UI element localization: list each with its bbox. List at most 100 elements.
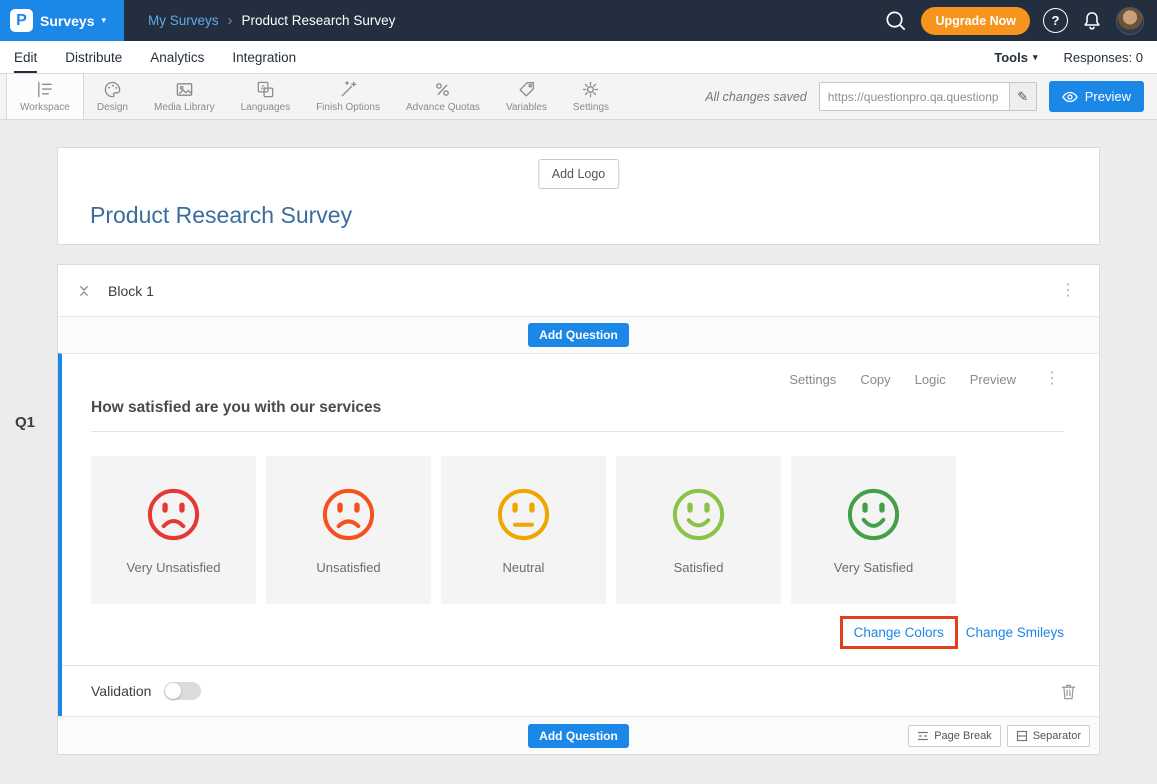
breadcrumb-my-surveys[interactable]: My Surveys — [148, 13, 219, 28]
breadcrumb-current-survey: Product Research Survey — [242, 13, 396, 28]
add-logo-button[interactable]: Add Logo — [538, 159, 620, 189]
neutral-smiley-icon — [495, 486, 552, 543]
tab-analytics[interactable]: Analytics — [150, 41, 204, 73]
tab-distribute[interactable]: Distribute — [65, 41, 122, 73]
responses-count: Responses: 0 — [1064, 50, 1144, 65]
question-action-copy[interactable]: Copy — [860, 372, 890, 387]
question-menu-kebab-icon[interactable]: ⋮ — [1040, 371, 1064, 387]
page-break-icon — [917, 730, 929, 742]
question-card: Q1 Settings Copy Logic Preview ⋮ How sat… — [58, 353, 1099, 716]
add-question-strip-top: Add Question — [58, 316, 1099, 353]
change-colors-link[interactable]: Change Colors — [840, 616, 958, 649]
smiley-option-label: Unsatisfied — [316, 560, 380, 575]
toolbar-item-workspace[interactable]: Workspace — [6, 74, 84, 119]
product-name: Surveys — [40, 13, 94, 29]
question-text[interactable]: How satisfied are you with our services — [91, 399, 1064, 432]
toolbar-item-advance-quotas[interactable]: Advance Quotas — [393, 74, 493, 119]
settings-gear-icon — [581, 80, 600, 99]
user-avatar[interactable] — [1116, 7, 1144, 35]
topbar: P Surveys ▾ My Surveys › Product Researc… — [0, 0, 1157, 41]
toolbar-item-variables[interactable]: Variables — [493, 74, 560, 119]
breadcrumb: My Surveys › Product Research Survey — [148, 12, 395, 29]
topbar-actions: Upgrade Now ? — [883, 7, 1157, 35]
toolbar-right: All changes saved ✎ Preview — [705, 74, 1157, 119]
workspace-icon — [35, 80, 54, 99]
survey-editor-page: P Surveys ▾ My Surveys › Product Researc… — [0, 0, 1157, 755]
question-body: Settings Copy Logic Preview ⋮ How satisf… — [62, 354, 1099, 665]
question-actions: Settings Copy Logic Preview ⋮ — [91, 371, 1064, 387]
eye-icon — [1062, 91, 1078, 103]
change-smileys-link[interactable]: Change Smileys — [966, 625, 1064, 640]
edit-url-button[interactable]: ✎ — [1009, 83, 1036, 110]
finish-options-icon — [339, 80, 358, 99]
tab-integration[interactable]: Integration — [232, 41, 296, 73]
validation-label: Validation — [91, 683, 151, 699]
satisfied-smiley-icon — [670, 486, 727, 543]
add-question-strip-bottom: Add Question Page Break Separator — [58, 716, 1099, 754]
question-action-preview[interactable]: Preview — [970, 372, 1016, 387]
footer-right-buttons: Page Break Separator — [908, 717, 1090, 754]
tools-menu[interactable]: Tools ▾ — [994, 50, 1037, 65]
toolbar-item-finish-options[interactable]: Finish Options — [303, 74, 393, 119]
editor-content: Add Logo Product Research Survey Block 1… — [0, 120, 1157, 755]
toolbar-item-languages[interactable]: A Languages — [228, 74, 304, 119]
validation-toggle[interactable] — [164, 682, 201, 700]
smiley-option-neutral[interactable]: Neutral — [441, 456, 606, 604]
smiley-option-label: Neutral — [503, 560, 545, 575]
survey-title[interactable]: Product Research Survey — [90, 202, 352, 229]
nav-tabs: Edit Distribute Analytics Integration — [14, 41, 296, 73]
upgrade-now-button[interactable]: Upgrade Now — [921, 7, 1030, 35]
toolbar-item-settings[interactable]: Settings — [560, 74, 622, 119]
survey-header-card: Add Logo Product Research Survey — [57, 147, 1100, 245]
page-break-button[interactable]: Page Break — [908, 725, 1000, 747]
smiley-options-row: Very Unsatisfied Un — [91, 456, 1064, 604]
survey-url-box: ✎ — [819, 82, 1037, 111]
caret-down-icon: ▾ — [1033, 52, 1038, 63]
smiley-config-links: Change Colors Change Smileys — [91, 616, 1064, 649]
notifications-button[interactable] — [1081, 10, 1103, 32]
caret-down-icon: ▾ — [101, 15, 106, 26]
variables-icon — [517, 80, 536, 99]
separator-icon — [1016, 730, 1028, 742]
toolbar-item-design[interactable]: Design — [84, 74, 141, 119]
trash-icon — [1059, 682, 1078, 701]
very-unsatisfied-smiley-icon — [145, 486, 202, 543]
add-question-button-bottom[interactable]: Add Question — [528, 724, 629, 748]
bell-icon — [1081, 10, 1103, 32]
question-action-logic[interactable]: Logic — [915, 372, 946, 387]
block-header: Block 1 ⋮ — [58, 265, 1099, 316]
product-switcher[interactable]: P Surveys ▾ — [0, 0, 124, 41]
pencil-icon: ✎ — [1017, 89, 1028, 105]
delete-question-button[interactable] — [1059, 682, 1078, 701]
nav-right: Tools ▾ Responses: 0 — [994, 50, 1143, 65]
search-button[interactable] — [883, 8, 908, 33]
block-name[interactable]: Block 1 — [108, 283, 154, 299]
question-action-settings[interactable]: Settings — [789, 372, 836, 387]
survey-url-input[interactable] — [820, 83, 1009, 110]
breadcrumb-separator-icon: › — [228, 12, 233, 29]
design-icon — [103, 80, 122, 99]
toolbar-item-media-library[interactable]: Media Library — [141, 74, 228, 119]
separator-button[interactable]: Separator — [1007, 725, 1090, 747]
smiley-option-label: Very Unsatisfied — [127, 560, 221, 575]
logo-letter: P — [16, 12, 27, 30]
preview-button[interactable]: Preview — [1049, 81, 1144, 112]
tab-edit[interactable]: Edit — [14, 41, 37, 73]
languages-icon: A — [256, 80, 275, 99]
svg-text:A: A — [261, 84, 266, 92]
block-menu-kebab-icon[interactable]: ⋮ — [1056, 283, 1080, 299]
validation-row: Validation — [62, 665, 1099, 716]
smiley-option-unsatisfied[interactable]: Unsatisfied — [266, 456, 431, 604]
add-question-button-top[interactable]: Add Question — [528, 323, 629, 347]
media-library-icon — [175, 80, 194, 99]
question-code: Q1 — [15, 414, 35, 431]
editor-toolbar: Workspace Design Media Library A — [0, 74, 1157, 120]
save-status: All changes saved — [705, 90, 806, 104]
collapse-block-icon[interactable] — [77, 283, 91, 298]
smiley-option-very-satisfied[interactable]: Very Satisfied — [791, 456, 956, 604]
smiley-option-very-unsatisfied[interactable]: Very Unsatisfied — [91, 456, 256, 604]
smiley-option-satisfied[interactable]: Satisfied — [616, 456, 781, 604]
very-satisfied-smiley-icon — [845, 486, 902, 543]
help-button[interactable]: ? — [1043, 8, 1068, 33]
toggle-knob — [165, 683, 181, 699]
